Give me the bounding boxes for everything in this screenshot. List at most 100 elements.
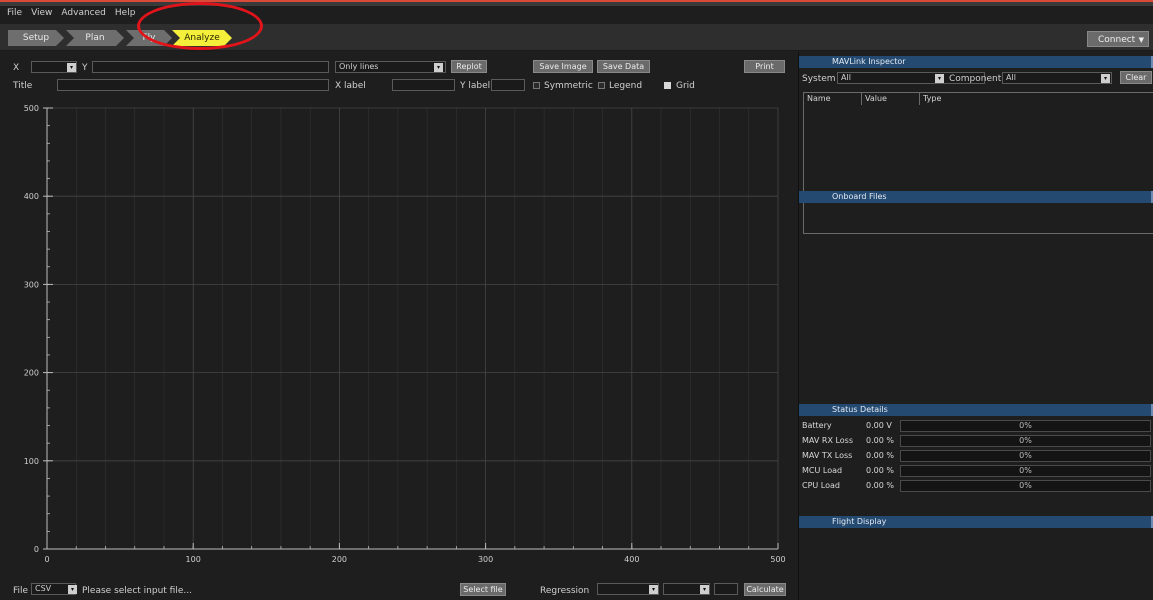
component-select[interactable]: All xyxy=(1002,72,1112,84)
tab-plan[interactable]: Plan xyxy=(66,30,124,46)
status-details-header: Status Details xyxy=(799,404,1153,416)
status-label: MCU Load xyxy=(802,466,843,475)
status-row: MAV RX Loss 0.00 % 0% xyxy=(802,434,1153,448)
y-tick-label: 0 xyxy=(34,545,39,554)
ylabel-label: Y label xyxy=(460,81,491,91)
connect-button[interactable]: Connect ▼ xyxy=(1087,31,1149,47)
y-tick-label: 400 xyxy=(24,192,39,201)
status-percent: 0% xyxy=(1019,436,1032,445)
table-header: Name Value Type xyxy=(804,93,1153,105)
xlabel-input[interactable] xyxy=(392,79,455,91)
column-type[interactable]: Type xyxy=(920,93,1153,105)
file-path-text: Please select input file... xyxy=(82,586,192,596)
y-tick-label: 500 xyxy=(24,104,39,113)
status-percent: 0% xyxy=(1019,451,1032,460)
grid-checkbox[interactable] xyxy=(664,82,671,89)
tab-analyze[interactable]: Analyze xyxy=(172,30,232,46)
menu-file[interactable]: File xyxy=(7,8,22,24)
chevron-down-icon[interactable]: ▾ xyxy=(67,63,76,72)
legend-checkbox[interactable] xyxy=(598,82,605,89)
x-tick-label: 400 xyxy=(624,555,639,564)
status-progress-bar: 0% xyxy=(900,435,1151,447)
select-file-button[interactable]: Select file xyxy=(460,583,506,596)
status-value: 0.00 V xyxy=(866,421,892,430)
tab-setup[interactable]: Setup xyxy=(8,30,64,46)
y-tick-label: 200 xyxy=(24,369,39,378)
regression-label: Regression xyxy=(540,586,590,596)
title-input[interactable] xyxy=(57,79,329,91)
y-tick-label: 100 xyxy=(24,457,39,466)
regression-order-input[interactable] xyxy=(714,583,738,595)
symmetric-checkbox[interactable] xyxy=(533,82,540,89)
status-label: Battery xyxy=(802,421,832,430)
status-percent: 0% xyxy=(1019,481,1032,490)
view-nav-bar: Setup Plan Fly Analyze Connect ▼ xyxy=(0,24,1153,51)
status-progress-bar: 0% xyxy=(900,465,1151,477)
right-dock-panel: MAVLink Inspector System All ▾ Component… xyxy=(798,52,1153,600)
menu-advanced[interactable]: Advanced xyxy=(61,8,105,24)
onboard-files-header: Onboard Files xyxy=(799,191,1153,203)
y-axis-label: Y xyxy=(82,63,88,73)
menu-bar: File View Advanced Help xyxy=(0,8,135,24)
calculate-button[interactable]: Calculate xyxy=(744,583,786,596)
plot-canvas: 0 100 200 300 400 500 0 100 200 300 400 500 xyxy=(24,104,786,564)
status-row: MAV TX Loss 0.00 % 0% xyxy=(802,449,1153,463)
status-progress-bar: 0% xyxy=(900,420,1151,432)
replot-button[interactable]: Replot xyxy=(451,60,487,73)
component-label: Component xyxy=(949,74,1002,84)
mavlink-message-table[interactable]: Name Value Type xyxy=(803,92,1153,234)
mavlink-inspector-header: MAVLink Inspector xyxy=(799,56,1153,68)
save-image-button[interactable]: Save Image xyxy=(533,60,593,73)
status-value: 0.00 % xyxy=(866,466,894,475)
xlabel-label: X label xyxy=(335,81,366,91)
column-value[interactable]: Value xyxy=(862,93,920,105)
title-label: Title xyxy=(13,81,33,91)
x-tick-label: 0 xyxy=(44,555,49,564)
status-progress-bar: 0% xyxy=(900,450,1151,462)
chevron-down-icon[interactable]: ▾ xyxy=(1101,74,1110,83)
symmetric-label: Symmetric xyxy=(544,81,593,91)
x-tick-label: 500 xyxy=(770,555,785,564)
status-label: MAV TX Loss xyxy=(802,451,853,460)
chevron-down-icon[interactable]: ▾ xyxy=(649,585,658,594)
status-row: MCU Load 0.00 % 0% xyxy=(802,464,1153,478)
status-percent: 0% xyxy=(1019,421,1032,430)
chevron-down-icon[interactable]: ▾ xyxy=(434,63,443,72)
flight-display-header: Flight Display xyxy=(799,516,1153,528)
menu-view[interactable]: View xyxy=(31,8,52,24)
status-value: 0.00 % xyxy=(866,451,894,460)
x-tick-label: 100 xyxy=(186,555,201,564)
connect-label: Connect xyxy=(1098,35,1136,45)
chevron-down-icon: ▼ xyxy=(1138,36,1144,44)
y-tick-label: 300 xyxy=(24,280,39,289)
window-top-accent xyxy=(0,0,1153,2)
status-progress-bar: 0% xyxy=(900,480,1151,492)
chevron-down-icon[interactable]: ▾ xyxy=(68,585,77,594)
status-value: 0.00 % xyxy=(866,436,894,445)
window-top-strip xyxy=(0,0,1153,6)
status-row: CPU Load 0.00 % 0% xyxy=(802,479,1153,493)
status-percent: 0% xyxy=(1019,466,1032,475)
status-label: CPU Load xyxy=(802,481,840,490)
legend-label: Legend xyxy=(609,81,643,91)
save-data-button[interactable]: Save Data xyxy=(597,60,650,73)
chevron-down-icon[interactable]: ▾ xyxy=(935,74,944,83)
x-tick-label: 300 xyxy=(478,555,493,564)
print-button[interactable]: Print xyxy=(744,60,785,73)
clear-button[interactable]: Clear xyxy=(1120,71,1152,84)
ylabel-input[interactable] xyxy=(491,79,525,91)
x-tick-label: 200 xyxy=(332,555,347,564)
x-axis-label: X xyxy=(13,63,20,73)
status-value: 0.00 % xyxy=(866,481,894,490)
grid-label: Grid xyxy=(676,81,695,91)
status-label: MAV RX Loss xyxy=(802,436,854,445)
plot-style-select[interactable]: Only lines xyxy=(335,61,446,73)
plot-area[interactable]: 0 100 200 300 400 500 0 100 200 300 400 500 xyxy=(0,100,795,577)
y-axis-select[interactable] xyxy=(92,61,329,73)
file-label: File xyxy=(13,586,29,596)
column-name[interactable]: Name xyxy=(804,93,862,105)
status-row: Battery 0.00 V 0% xyxy=(802,419,1153,433)
chevron-down-icon[interactable]: ▾ xyxy=(700,585,709,594)
tab-fly[interactable]: Fly xyxy=(126,30,172,46)
menu-help[interactable]: Help xyxy=(115,8,136,24)
